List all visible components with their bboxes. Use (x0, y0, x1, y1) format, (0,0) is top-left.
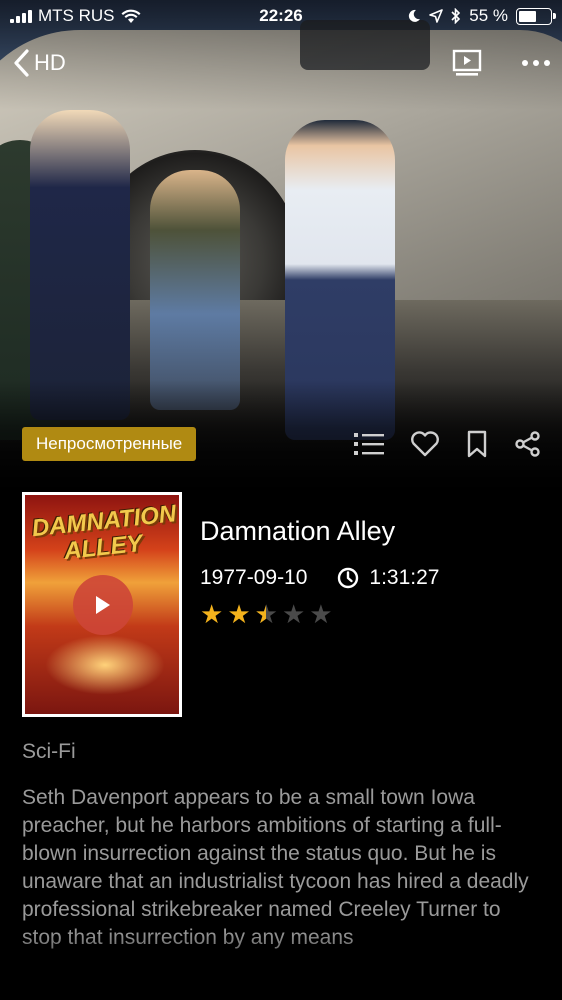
description-fade (0, 930, 562, 1000)
status-bar: MTS RUS 22:26 55 % (0, 0, 562, 32)
star-filled-icon: ★ (200, 599, 224, 629)
action-row: Непросмотренные (22, 426, 542, 462)
share-icon[interactable] (514, 430, 542, 458)
screen-play-icon[interactable] (452, 48, 482, 78)
wifi-icon (121, 9, 141, 24)
backdrop-person (150, 170, 240, 410)
poster-title-art: DAMNATION ALLEY (30, 500, 178, 565)
rating-stars: ★★★★★★ (200, 600, 333, 628)
play-icon (94, 595, 112, 615)
movie-meta: 1977-09-10 1:31:27 (200, 566, 440, 590)
unwatched-badge[interactable]: Непросмотренные (22, 427, 197, 461)
star-filled-icon: ★ (227, 599, 251, 629)
poster-explosion (45, 635, 165, 695)
nav-bar: HD (0, 40, 562, 86)
list-icon[interactable] (354, 431, 384, 457)
duration: 1:31:27 (369, 566, 440, 589)
heart-icon[interactable] (410, 431, 440, 457)
clock-icon (337, 567, 359, 589)
back-button[interactable]: HD (12, 48, 66, 78)
moon-icon (407, 9, 421, 23)
description: Seth Davenport appears to be a small tow… (22, 786, 529, 949)
location-arrow-icon (429, 9, 444, 23)
movie-poster[interactable]: DAMNATION ALLEY (22, 492, 182, 717)
release-date: 1977-09-10 (200, 566, 308, 589)
star-empty-icon: ★ (281, 599, 306, 629)
more-dots-icon[interactable] (522, 60, 550, 66)
back-label: HD (34, 50, 66, 75)
carrier-name: MTS RUS (38, 6, 115, 25)
backdrop-person (30, 110, 130, 420)
bluetooth-icon (451, 8, 461, 24)
bookmark-icon[interactable] (466, 430, 488, 458)
star-half-icon: ★★ (254, 599, 278, 629)
play-button[interactable] (73, 575, 133, 635)
battery-icon (516, 7, 556, 25)
movie-title: Damnation Alley (200, 516, 396, 546)
cell-signal-icon (10, 9, 32, 23)
genre: Sci-Fi (22, 740, 76, 763)
star-empty-icon: ★ (309, 599, 333, 629)
battery-percent: 55 % (469, 6, 508, 25)
chevron-left-icon (12, 48, 30, 78)
